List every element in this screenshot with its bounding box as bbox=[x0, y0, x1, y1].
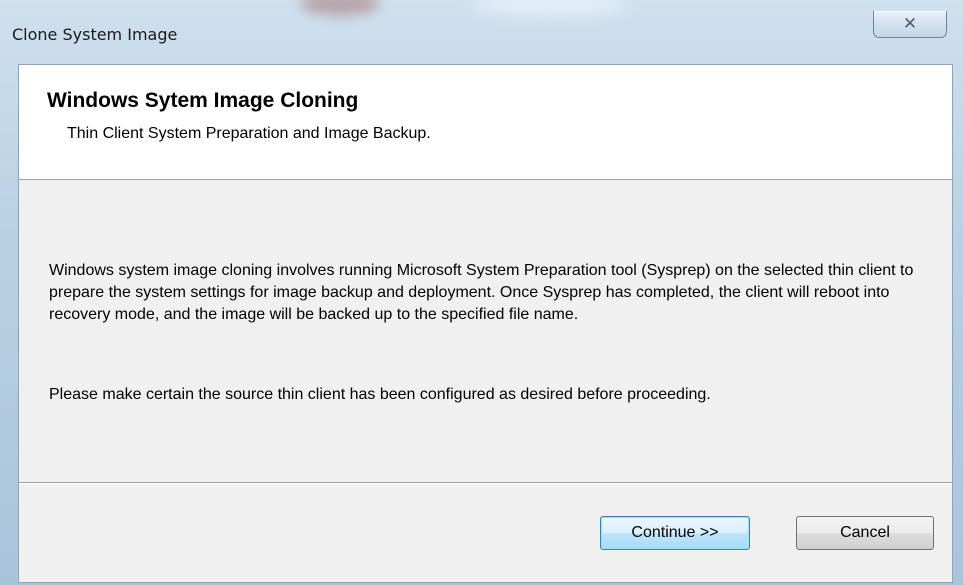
header-panel: Windows Sytem Image Cloning Thin Client … bbox=[19, 65, 952, 180]
close-button[interactable]: ✕ bbox=[873, 11, 947, 38]
continue-button[interactable]: Continue >> bbox=[600, 516, 750, 550]
warning-paragraph: Please make certain the source thin clie… bbox=[49, 386, 711, 403]
title-bar[interactable]: Clone System Image ✕ bbox=[0, 0, 963, 60]
close-icon: ✕ bbox=[902, 13, 918, 34]
description-paragraph: Windows system image cloning involves ru… bbox=[49, 262, 914, 323]
page-title: Windows Sytem Image Cloning bbox=[47, 89, 359, 112]
dialog-client-area: Windows Sytem Image Cloning Thin Client … bbox=[18, 64, 953, 583]
page-subtitle: Thin Client System Preparation and Image… bbox=[67, 125, 431, 142]
window-title: Clone System Image bbox=[12, 25, 178, 44]
footer-divider bbox=[19, 482, 952, 484]
dialog-window: Clone System Image ✕ Windows Sytem Image… bbox=[0, 0, 963, 585]
cancel-button[interactable]: Cancel bbox=[796, 516, 934, 550]
